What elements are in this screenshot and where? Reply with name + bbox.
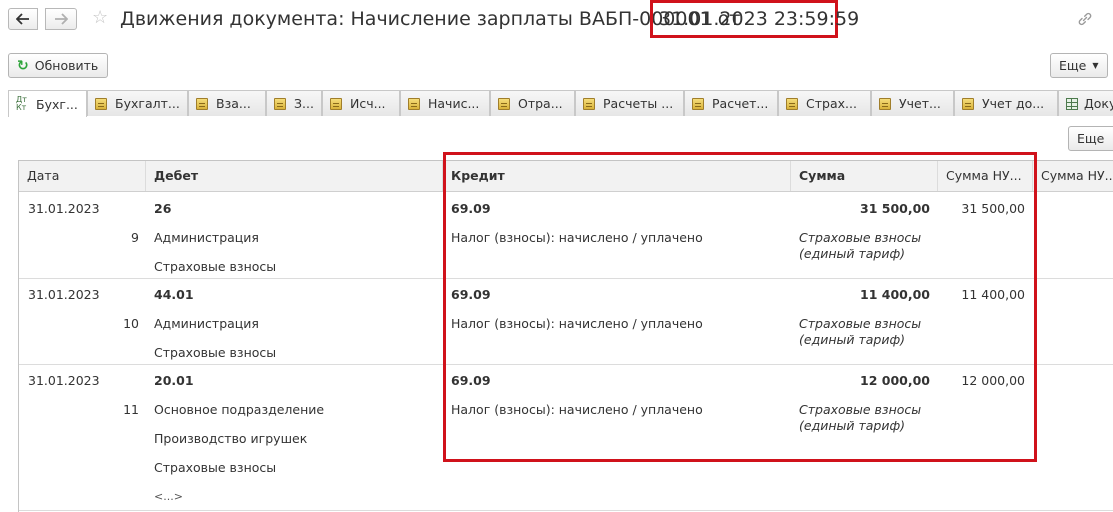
sum-note: Страховые взносы (единый тариф) (799, 402, 922, 433)
tab-label: З... (294, 96, 314, 111)
more-button[interactable]: Еще (1068, 126, 1113, 151)
register-icon (583, 97, 595, 110)
arrow-left-icon (16, 13, 29, 25)
dt-kt-icon: Дт Кт (16, 95, 27, 112)
tab-label: Начис... (428, 96, 480, 111)
tab-register[interactable]: Расчет... (684, 90, 778, 116)
debit-subconto: Производство игрушек (154, 431, 308, 446)
refresh-button[interactable]: ↻ Обновить (8, 53, 108, 78)
table-row[interactable]: 31.01.2023 9 26 Администрация Страховые … (19, 192, 1113, 279)
debit-subconto: Основное подразделение (154, 402, 325, 417)
debit-subconto: Администрация (154, 230, 259, 245)
star-icon[interactable]: ☆ (92, 8, 108, 28)
arrow-right-icon (55, 13, 68, 25)
credit-account: 69.09 (451, 287, 491, 302)
debit-subconto: Страховые взносы (154, 259, 277, 274)
more-label: Еще (1059, 58, 1087, 73)
credit-account: 69.09 (451, 373, 491, 388)
tab-label: Бухгалт... (115, 96, 180, 111)
credit-subconto: Налог (взносы): начислено / уплачено (451, 230, 703, 245)
debit-account: 20.01 (154, 373, 194, 388)
sum-cell: 11 400,00 (860, 287, 930, 302)
page-title: Движения документа: Начисление зарплаты … (120, 8, 741, 30)
sum-nu-cell: 12 000,00 (961, 373, 1025, 388)
register-icon (196, 97, 208, 110)
tab-register[interactable]: Учет... (871, 90, 954, 116)
tab-register[interactable]: Начис... (400, 90, 490, 116)
credit-account: 69.09 (451, 201, 491, 216)
date-cell: 31.01.2023 (28, 287, 100, 302)
tab-document[interactable]: Доку (1058, 90, 1113, 116)
debit-account: 44.01 (154, 287, 194, 302)
credit-subconto: Налог (взносы): начислено / уплачено (451, 402, 703, 417)
number-cell: 11 (123, 402, 139, 417)
number-cell: 10 (123, 316, 139, 331)
tab-label: Исч... (350, 96, 386, 111)
movements-table: Дата Дебет Кредит Сумма Сумма НУ... Сумм… (18, 160, 1113, 512)
tab-register[interactable]: Отра... (490, 90, 575, 116)
forward-button[interactable] (45, 8, 77, 30)
tab-label: Вза... (216, 96, 251, 111)
number-cell: 9 (131, 230, 139, 245)
back-button[interactable] (8, 8, 38, 30)
refresh-label: Обновить (34, 58, 99, 73)
column-header[interactable]: Сумма НУ... (1033, 161, 1113, 191)
column-header[interactable]: Сумма (791, 161, 938, 191)
table-row[interactable]: 31.01.2023 10 44.01 Администрация Страхо… (19, 279, 1113, 365)
more-subconto-link[interactable]: <...> (154, 489, 183, 505)
sum-nu-cell: 11 400,00 (961, 287, 1025, 302)
tab-register[interactable]: Страх... (778, 90, 871, 116)
more-label: Еще (1077, 131, 1105, 146)
credit-subconto: Налог (взносы): начислено / уплачено (451, 316, 703, 331)
tab-label: Расчет... (712, 96, 769, 111)
tab-register[interactable]: Расчеты ... (575, 90, 684, 116)
debit-account: 26 (154, 201, 172, 216)
date-cell: 31.01.2023 (28, 201, 100, 216)
sum-nu-cell: 31 500,00 (961, 201, 1025, 216)
register-icon (786, 97, 798, 110)
date-cell: 31.01.2023 (28, 373, 100, 388)
register-icon (692, 97, 704, 110)
column-header[interactable]: Дата (19, 161, 146, 191)
grid-icon (1066, 97, 1078, 110)
tab-label: Бухг... (36, 96, 78, 112)
tab-label: Страх... (806, 96, 857, 111)
tab-label: Доку (1084, 96, 1113, 111)
register-icon (274, 97, 286, 110)
register-icon (330, 97, 342, 110)
tab-label: Учет... (899, 96, 941, 111)
column-header[interactable]: Сумма НУ... (938, 161, 1033, 191)
debit-subconto: Администрация (154, 316, 259, 331)
tab-register[interactable]: Вза... (188, 90, 266, 116)
sum-cell: 12 000,00 (860, 373, 930, 388)
tab-accounting-dtkt[interactable]: Дт Кт Бухг... (8, 90, 87, 117)
debit-subconto: Страховые взносы (154, 345, 277, 360)
tab-label: Учет до... (982, 96, 1045, 111)
tab-label: Отра... (518, 96, 563, 111)
table-row[interactable]: 31.01.2023 11 20.01 Основное подразделен… (19, 365, 1113, 511)
register-icon (95, 97, 107, 110)
register-icon (962, 97, 974, 110)
sum-note: Страховые взносы (единый тариф) (799, 230, 922, 261)
register-icon (408, 97, 420, 110)
register-icon (879, 97, 891, 110)
register-icon (498, 97, 510, 110)
sum-note: Страховые взносы (единый тариф) (799, 316, 922, 347)
document-date: 31.01.2023 23:59:59 (650, 0, 859, 38)
link-icon[interactable] (1076, 10, 1094, 28)
refresh-icon: ↻ (17, 57, 29, 74)
tab-label: Расчеты ... (603, 96, 674, 111)
tab-register[interactable]: З... (266, 90, 322, 116)
column-header[interactable]: Дебет (146, 161, 443, 191)
more-button[interactable]: Еще ▼ (1050, 53, 1108, 78)
tab-register[interactable]: Учет до... (954, 90, 1058, 116)
debit-subconto: Страховые взносы (154, 460, 277, 475)
tab-register[interactable]: Исч... (322, 90, 400, 116)
dropdown-arrow-icon: ▼ (1092, 61, 1099, 70)
table-header: Дата Дебет Кредит Сумма Сумма НУ... Сумм… (19, 161, 1113, 192)
tab-register[interactable]: Бухгалт... (87, 90, 188, 116)
sum-cell: 31 500,00 (860, 201, 930, 216)
register-tabs: Дт Кт Бухг... Бухгалт... Вза... З... Исч.… (8, 90, 1113, 117)
column-header[interactable]: Кредит (443, 161, 791, 191)
